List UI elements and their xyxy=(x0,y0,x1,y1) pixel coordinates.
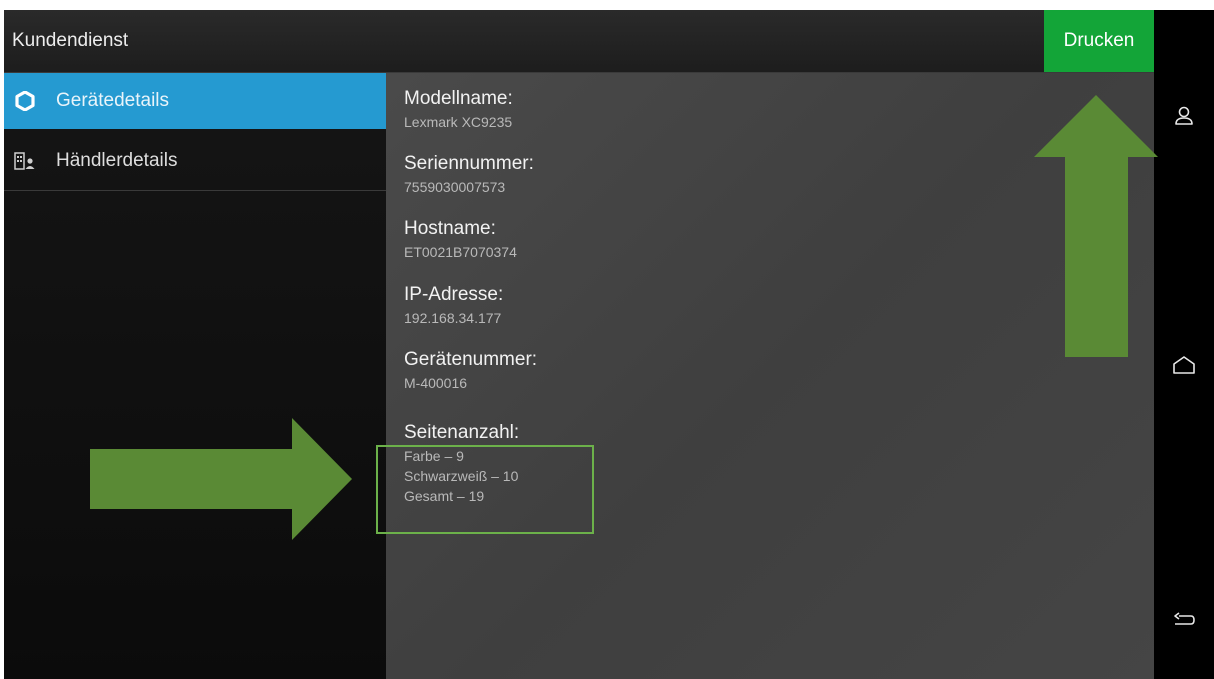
hostname-label: Hostname: xyxy=(404,218,496,239)
app-title: Kundendienst xyxy=(12,30,129,51)
title-bar: Kundendienst Drucken xyxy=(4,10,1154,73)
home-icon[interactable] xyxy=(1171,352,1197,378)
back-icon[interactable] xyxy=(1171,607,1197,633)
user-icon[interactable] xyxy=(1171,103,1197,129)
ip-value: 192.168.34.177 xyxy=(404,310,502,326)
system-nav-bar xyxy=(1154,10,1214,679)
sidebar-item-dealer-details[interactable]: Händlerdetails xyxy=(4,132,386,191)
serial-value: 7559030007573 xyxy=(404,179,506,195)
right-arrow-annotation xyxy=(90,418,352,540)
hexagon-icon xyxy=(14,90,36,112)
hostname-value: ET0021B7070374 xyxy=(404,244,517,260)
model-label: Modellname: xyxy=(404,88,513,109)
device-number-value: M-400016 xyxy=(404,375,468,391)
model-field: Modellname: Lexmark XC9235 xyxy=(404,88,513,131)
serial-field: Seriennummer: 7559030007573 xyxy=(404,153,534,196)
sidebar: Gerätedetails Händlerdetails xyxy=(4,73,386,679)
ip-field: IP-Adresse: 192.168.34.177 xyxy=(404,284,503,327)
print-button[interactable]: Drucken xyxy=(1044,10,1154,72)
up-arrow-annotation xyxy=(1034,95,1158,357)
device-screen: Kundendienst Drucken Gerätedetails Händl… xyxy=(4,10,1214,679)
page-count-highlight xyxy=(376,445,594,534)
dealer-icon xyxy=(14,150,36,172)
ip-label: IP-Adresse: xyxy=(404,284,504,305)
device-number-label: Gerätenummer: xyxy=(404,349,538,370)
sidebar-item-label: Händlerdetails xyxy=(56,150,178,171)
sidebar-item-label: Gerätedetails xyxy=(56,90,170,111)
hostname-field: Hostname: ET0021B7070374 xyxy=(404,218,517,261)
page-count-label: Seitenanzahl: xyxy=(404,422,520,443)
sidebar-item-device-details[interactable]: Gerätedetails xyxy=(4,73,386,129)
device-number-field: Gerätenummer: M-400016 xyxy=(404,349,537,392)
serial-label: Seriennummer: xyxy=(404,153,534,174)
model-value: Lexmark XC9235 xyxy=(404,114,513,130)
